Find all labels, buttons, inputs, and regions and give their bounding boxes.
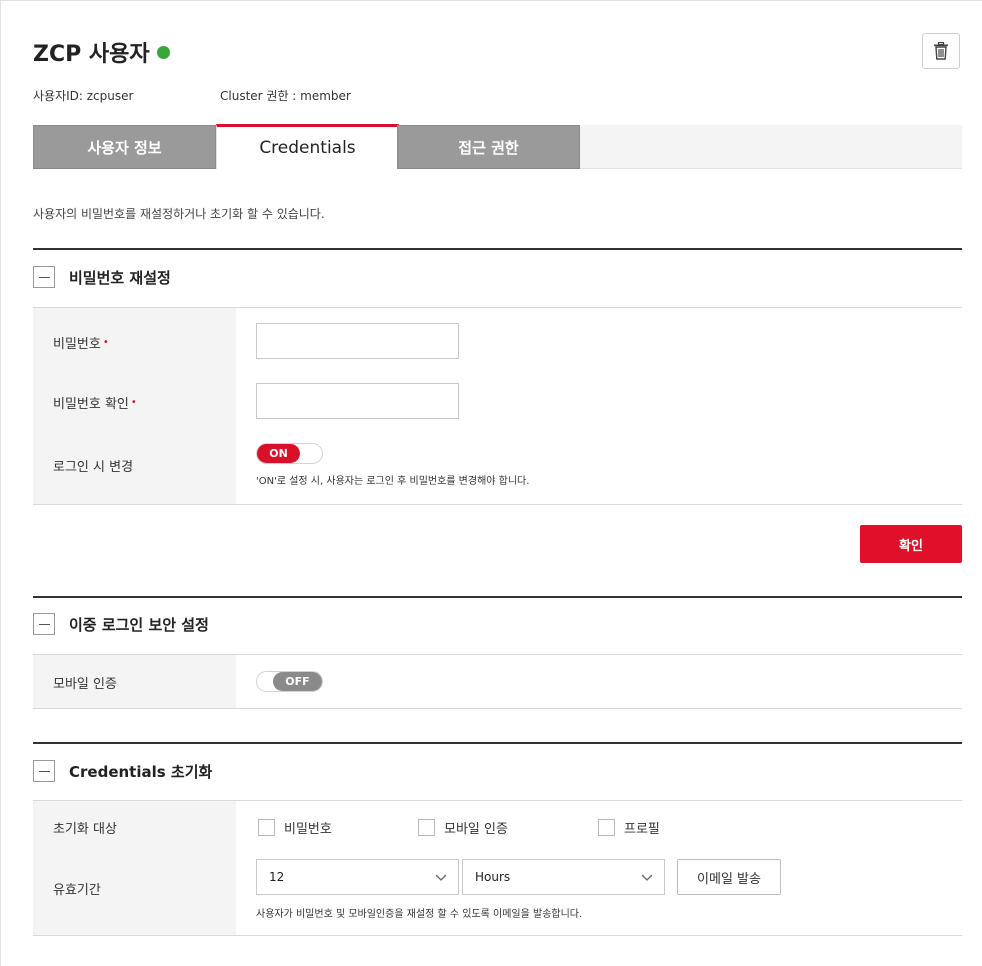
password-input[interactable]	[256, 323, 459, 359]
email-hint: 사용자가 비밀번호 및 모바일인증을 재설정 할 수 있도록 이메일을 발송합니…	[256, 909, 583, 920]
section-title: 이중 로그인 보안 설정	[69, 615, 209, 634]
required-mark: •	[130, 397, 137, 408]
checkbox-box[interactable]	[258, 819, 275, 836]
mobile-auth-toggle[interactable]: OFF	[256, 671, 323, 692]
confirm-button[interactable]: 확인	[860, 525, 962, 563]
checkbox-profile[interactable]: 프로필	[598, 818, 660, 837]
minus-icon	[38, 623, 50, 625]
tab-bar: 사용자 정보 Credentials 접근 권한	[33, 124, 962, 169]
divider	[33, 504, 962, 505]
section-divider	[33, 742, 962, 744]
password-label: 비밀번호 •	[53, 333, 109, 352]
checkbox-label: 모바일 인증	[444, 822, 508, 837]
checkbox-password[interactable]: 비밀번호	[258, 818, 332, 837]
mobile-auth-label: 모바일 인증	[53, 677, 117, 692]
section-header-password-reset: 비밀번호 재설정	[33, 266, 962, 288]
cluster-role: Cluster 권한 : member	[220, 89, 351, 103]
password-label-text: 비밀번호	[53, 337, 101, 352]
required-mark: •	[102, 337, 109, 348]
select-value: Hours	[475, 870, 511, 884]
tab-credentials[interactable]: Credentials	[216, 124, 399, 169]
collapse-button[interactable]	[33, 266, 55, 288]
select-value: 12	[269, 870, 285, 884]
checkbox-box[interactable]	[598, 819, 615, 836]
minus-icon	[38, 770, 50, 772]
section-divider	[33, 596, 962, 598]
change-on-login-label: 로그인 시 변경	[53, 460, 134, 475]
toggle-knob: OFF	[273, 672, 322, 691]
minus-icon	[38, 276, 50, 278]
toggle-knob: ON	[257, 444, 300, 463]
validity-value-select[interactable]: 12	[256, 859, 459, 895]
user-id: 사용자ID: zcpuser	[33, 89, 134, 103]
divider	[33, 935, 962, 936]
section-header-credentials-reset: Credentials 초기화	[33, 760, 962, 782]
section-header-two-factor: 이중 로그인 보안 설정	[33, 613, 962, 635]
password-confirm-label: 비밀번호 확인 •	[53, 393, 137, 412]
send-email-button[interactable]: 이메일 발송	[677, 859, 781, 895]
section-divider	[33, 248, 962, 250]
status-indicator	[156, 45, 170, 59]
page-title-text: ZCP 사용자	[33, 42, 150, 67]
validity-label: 유효기간	[53, 883, 101, 898]
tab-access-rights[interactable]: 접근 권한	[397, 125, 580, 169]
checkbox-label: 비밀번호	[284, 822, 332, 837]
chevron-down-icon	[641, 874, 653, 881]
password-confirm-input[interactable]	[256, 383, 459, 419]
page-title: ZCP 사용자	[33, 36, 170, 68]
tab-user-info[interactable]: 사용자 정보	[33, 125, 216, 169]
checkbox-mobile-auth[interactable]: 모바일 인증	[418, 818, 508, 837]
password-confirm-label-text: 비밀번호 확인	[53, 397, 129, 412]
collapse-button[interactable]	[33, 613, 55, 635]
checkbox-box[interactable]	[418, 819, 435, 836]
section-title: Credentials 초기화	[69, 762, 213, 781]
toggle-hint: 'ON'로 설정 시, 사용자는 로그인 후 비밀번호를 변경해야 합니다.	[256, 476, 530, 487]
collapse-button[interactable]	[33, 760, 55, 782]
trash-icon	[934, 42, 948, 60]
validity-unit-select[interactable]: Hours	[462, 859, 665, 895]
chevron-down-icon	[435, 874, 447, 881]
delete-button[interactable]	[922, 33, 960, 69]
section-title: 비밀번호 재설정	[69, 268, 171, 287]
page-description: 사용자의 비밀번호를 재설정하거나 초기화 할 수 있습니다.	[33, 207, 325, 221]
checkbox-label: 프로필	[624, 822, 660, 837]
divider	[33, 708, 962, 709]
change-on-login-toggle[interactable]: ON	[256, 443, 323, 464]
reset-target-label: 초기화 대상	[53, 822, 117, 837]
